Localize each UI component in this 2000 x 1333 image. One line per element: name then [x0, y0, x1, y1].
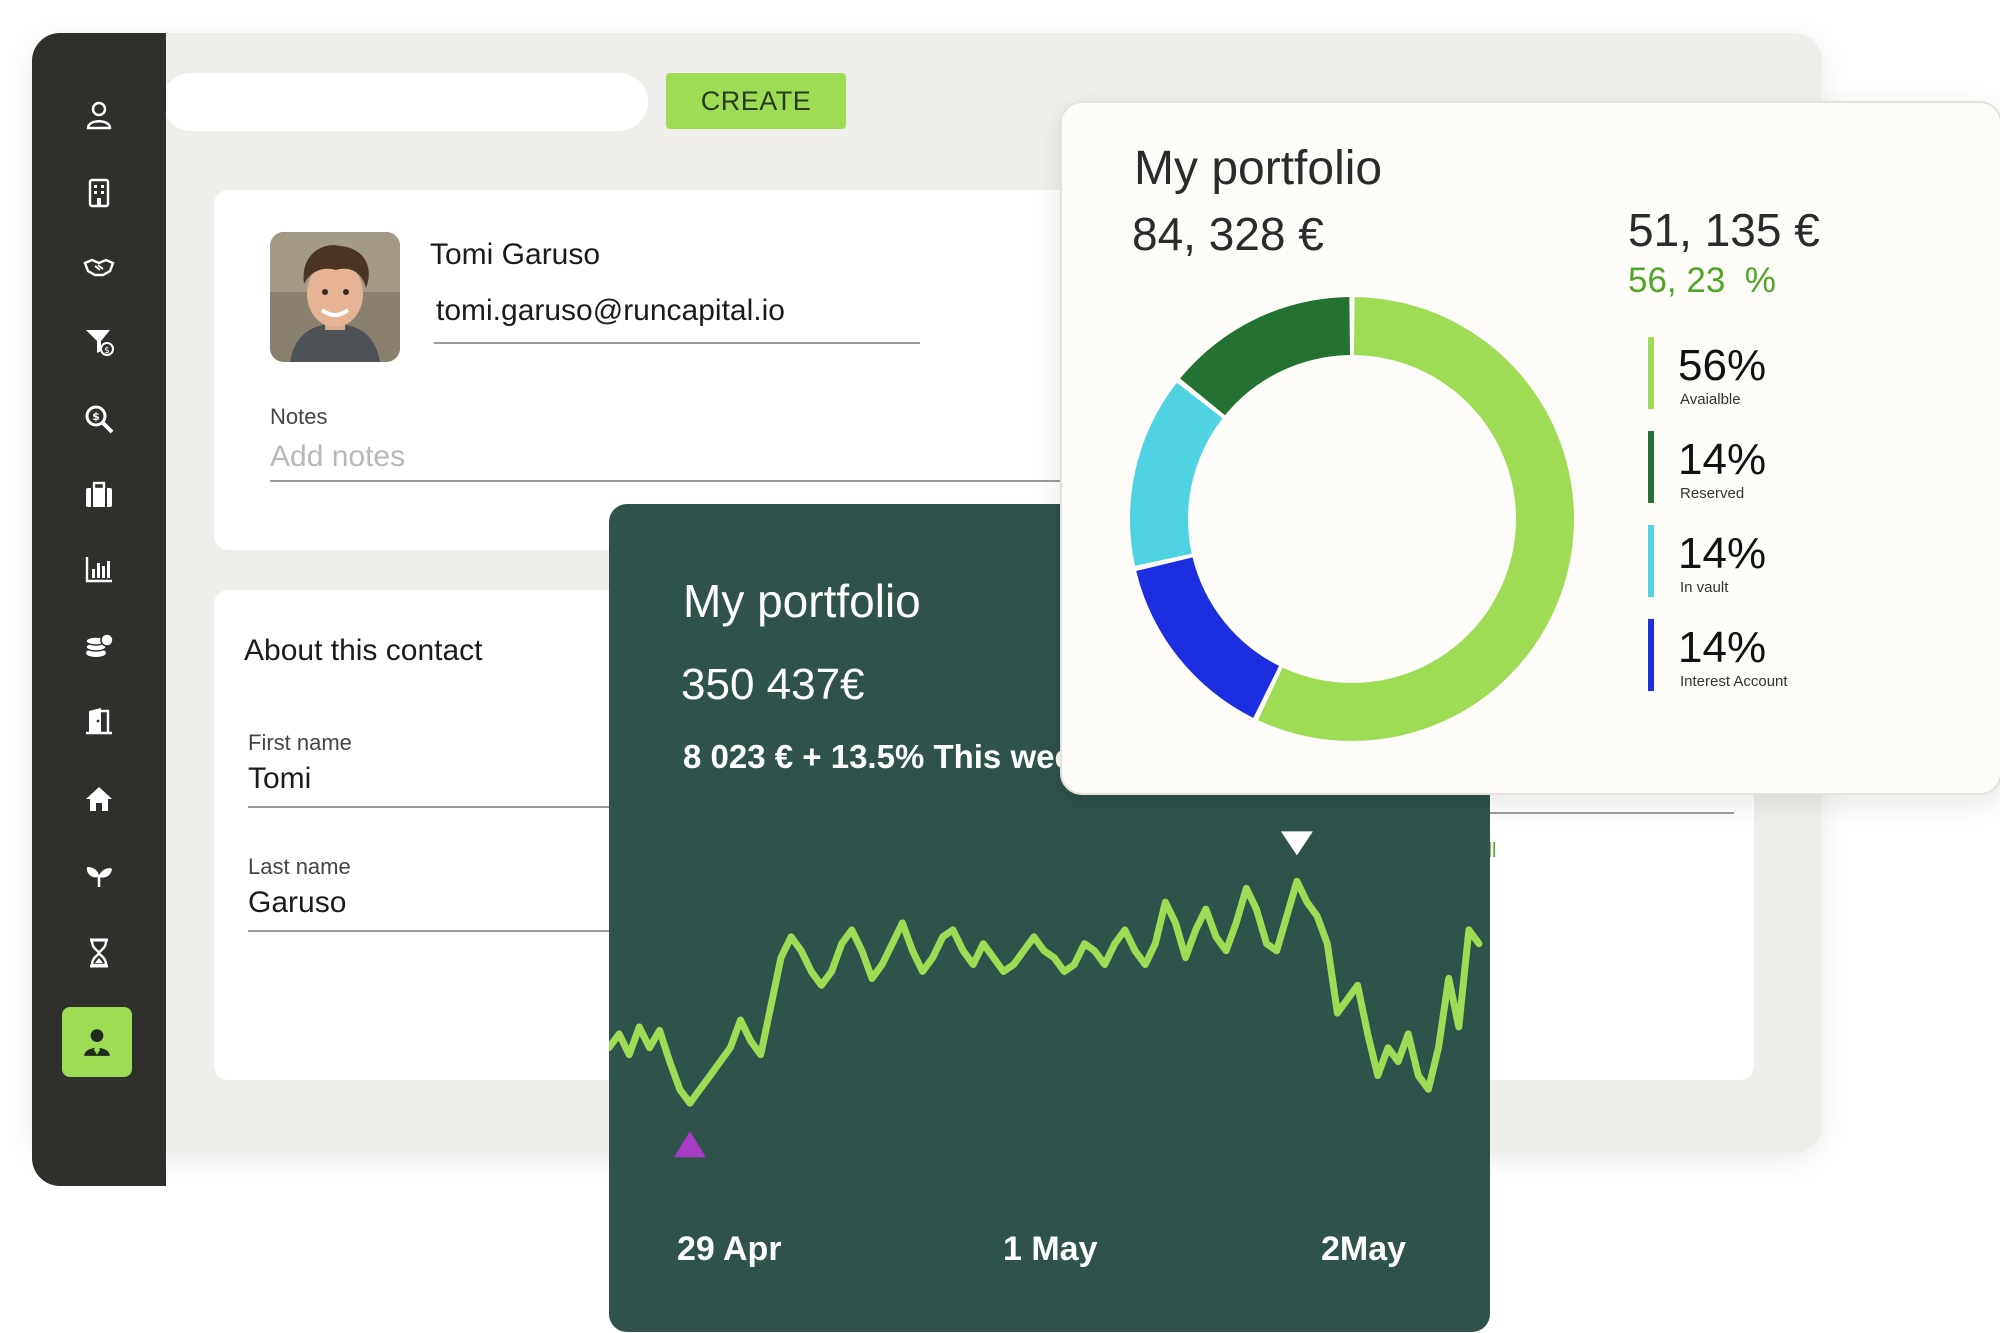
- about-title: About this contact: [244, 634, 483, 667]
- portfolio-value: 350 437€: [681, 660, 865, 709]
- legend-swatch: [1648, 431, 1654, 503]
- svg-text:$: $: [92, 410, 100, 423]
- x-tick-label: 2May: [1321, 1230, 1407, 1268]
- legend-percent: 14%: [1678, 529, 1767, 578]
- field-underline: [1464, 812, 1734, 814]
- email-field[interactable]: tomi.garuso@runcapital.io: [434, 294, 920, 344]
- legend-percent: 14%: [1678, 623, 1767, 672]
- user-icon[interactable]: [75, 91, 123, 139]
- portfolio-title: My portfolio: [683, 575, 921, 627]
- first-name-field[interactable]: Tomi: [248, 762, 648, 808]
- handshake-icon[interactable]: [75, 243, 123, 291]
- legend-swatch: [1648, 525, 1654, 597]
- avatar-image: [270, 232, 400, 362]
- door-icon[interactable]: [75, 697, 123, 745]
- legend-percent: 14%: [1678, 435, 1767, 484]
- donut-slice: [1136, 557, 1280, 718]
- create-button[interactable]: CREATE: [666, 73, 846, 129]
- legend-label: Reserved: [1680, 485, 1745, 502]
- portfolio-title: My portfolio: [1134, 142, 1383, 195]
- search-input[interactable]: [162, 73, 648, 131]
- hourglass-icon[interactable]: [75, 929, 123, 977]
- svg-text:$: $: [104, 346, 110, 356]
- legend-swatch: [1648, 337, 1654, 409]
- notes-label: Notes: [270, 404, 328, 429]
- sidebar: $ $: [32, 33, 166, 1186]
- contact-person-icon[interactable]: [62, 1007, 132, 1077]
- home-icon[interactable]: [75, 775, 123, 823]
- min-marker: [673, 1131, 706, 1158]
- first-name-label: First name: [248, 730, 352, 755]
- portfolio-line-chart: [609, 831, 1483, 1158]
- avatar: [270, 232, 400, 362]
- contact-name: Tomi Garuso: [430, 238, 601, 271]
- portfolio-donut-card: My portfolio 84, 328 € 51, 135 € 56, 23 …: [1060, 101, 2000, 795]
- funnel-dollar-icon[interactable]: $: [75, 317, 123, 365]
- secondary-value: 51, 135 €: [1628, 204, 1820, 256]
- max-marker: [1280, 831, 1313, 856]
- donut-slice: [1180, 297, 1351, 416]
- legend-label: In vault: [1680, 579, 1729, 596]
- sprout-icon[interactable]: [75, 851, 123, 899]
- donut-slice: [1258, 297, 1574, 741]
- x-tick-label: 1 May: [1003, 1230, 1098, 1268]
- x-tick-label: 29 Apr: [677, 1230, 782, 1268]
- portfolio-value: 84, 328 €: [1132, 208, 1324, 260]
- notes-input[interactable]: Add notes: [270, 440, 1170, 482]
- last-name-label: Last name: [248, 854, 351, 879]
- series-line: [609, 877, 1483, 1107]
- coins-icon[interactable]: [75, 623, 123, 671]
- building-icon[interactable]: [75, 169, 123, 217]
- legend-percent: 56%: [1678, 341, 1767, 390]
- legend-label: Avaialble: [1680, 391, 1741, 408]
- last-name-field[interactable]: Garuso: [248, 886, 648, 932]
- allocation-donut-chart: [1130, 297, 1574, 741]
- briefcase-icon[interactable]: [75, 471, 123, 519]
- donut-slice: [1130, 382, 1223, 566]
- portfolio-change: 8 023 € + 13.5% This week: [683, 738, 1092, 775]
- legend-label: Interest Account: [1680, 673, 1788, 690]
- legend-swatch: [1648, 619, 1654, 691]
- secondary-percent: 56, 23 %: [1628, 261, 1776, 300]
- bar-chart-icon[interactable]: [75, 545, 123, 593]
- search-dollar-icon[interactable]: $: [75, 395, 123, 443]
